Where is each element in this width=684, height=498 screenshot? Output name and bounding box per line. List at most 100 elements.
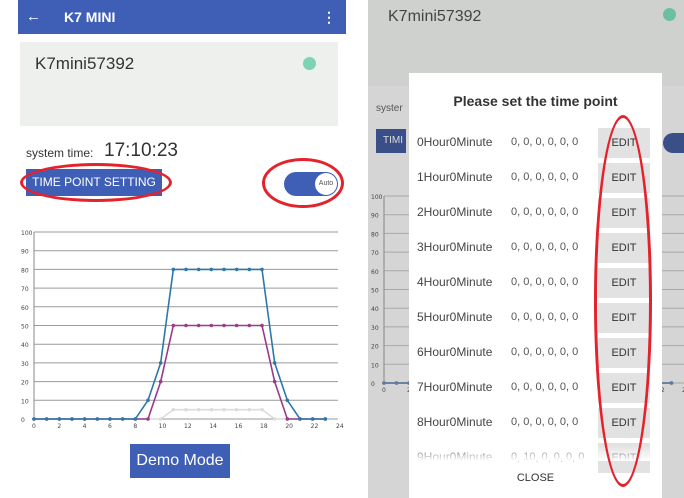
data-point xyxy=(184,267,188,272)
device-name: K7mini57392 xyxy=(35,54,135,73)
time-point-name: 0Hour0Minute xyxy=(417,135,493,149)
x-tick-label: 14 xyxy=(209,423,217,430)
y-tick-label: 40 xyxy=(371,306,379,313)
app-title: K7 MINI xyxy=(64,9,116,25)
y-tick-label: 70 xyxy=(371,250,379,257)
data-point xyxy=(323,417,328,421)
device-name-dimmed: K7mini57392 xyxy=(388,8,482,25)
time-point-name: 7Hour0Minute xyxy=(417,380,493,394)
data-point xyxy=(209,267,214,272)
data-point xyxy=(120,417,125,421)
data-point xyxy=(272,417,277,421)
y-tick-label: 100 xyxy=(371,194,383,201)
data-point xyxy=(196,407,201,412)
data-point xyxy=(247,323,252,328)
data-point xyxy=(158,417,163,421)
y-tick-label: 80 xyxy=(371,231,379,238)
time-point-button-dimmed: TIMI xyxy=(376,129,406,153)
data-point xyxy=(133,417,138,421)
x-tick-label: 0 xyxy=(32,423,36,430)
brightness-chart: 0 10 20 30 40 50 60 70 80 90 100 0 2 4 6 8 10 12 14 16 18 20 2… xyxy=(18,226,346,436)
data-point xyxy=(95,417,100,421)
data-point xyxy=(196,323,201,328)
series-line xyxy=(34,408,326,420)
data-point xyxy=(44,417,49,421)
x-tick-label: 24 xyxy=(336,423,344,430)
data-point xyxy=(70,417,74,421)
y-tick-label: 60 xyxy=(371,269,379,276)
data-point xyxy=(285,417,290,421)
data-point xyxy=(184,323,188,328)
dialog-title: Please set the time point xyxy=(453,93,618,109)
left-phone-screen: ← K7 MINI ⋮ K7mini57392 system time: 17:… xyxy=(18,0,346,498)
time-point-values: 0, 0, 0, 0, 0, 0 xyxy=(511,416,579,428)
data-point xyxy=(196,267,201,272)
data-point xyxy=(184,407,188,412)
y-tick-label: 0 xyxy=(371,381,375,388)
x-tick-label: 20 xyxy=(285,423,293,430)
time-point-values: 0, 0, 0, 0, 0, 0 xyxy=(511,171,579,183)
data-point xyxy=(82,417,87,421)
highlight-ellipse-time-point-button xyxy=(20,163,172,202)
x-tick-label: 22 xyxy=(311,423,319,430)
data-point xyxy=(272,379,277,384)
overflow-menu-icon[interactable]: ⋮ xyxy=(322,9,336,26)
time-point-values: 0, 0, 0, 0, 0, 0 xyxy=(511,276,579,288)
data-point xyxy=(222,407,226,412)
time-point-values: 0, 0, 0, 0, 0, 0 xyxy=(511,136,579,148)
connection-status-icon-dimmed xyxy=(663,8,676,21)
y-tick-label: 30 xyxy=(21,361,29,368)
data-point xyxy=(32,417,36,421)
data-point xyxy=(260,267,264,272)
data-point xyxy=(171,267,176,272)
system-time-value: 17:10:23 xyxy=(104,140,178,161)
data-point xyxy=(247,407,252,412)
time-point-values: 0, 0, 0, 0, 0, 0 xyxy=(511,311,579,323)
y-tick-label: 0 xyxy=(21,417,25,424)
data-point xyxy=(272,361,277,365)
data-point xyxy=(57,417,62,421)
data-point xyxy=(234,323,239,328)
auto-toggle-dimmed xyxy=(663,133,684,153)
time-point-name: 8Hour0Minute xyxy=(417,415,493,429)
data-point xyxy=(247,267,252,272)
y-tick-label: 100 xyxy=(21,230,33,237)
x-tick-label: 0 xyxy=(382,387,386,394)
demo-mode-button[interactable]: Demo Mode xyxy=(130,444,230,478)
app-bar: ← K7 MINI ⋮ xyxy=(18,0,346,34)
data-point xyxy=(146,398,150,403)
highlight-ellipse-toggle xyxy=(262,158,344,208)
data-point xyxy=(171,407,176,412)
x-tick-label: 10 xyxy=(159,423,167,430)
y-tick-label: 20 xyxy=(21,380,29,387)
data-point xyxy=(298,417,302,421)
highlight-ellipse-edit-buttons xyxy=(594,115,652,487)
time-point-values: 0, 0, 0, 0, 0, 0 xyxy=(511,206,579,218)
time-point-name: 6Hour0Minute xyxy=(417,345,493,359)
data-point xyxy=(146,417,150,421)
system-time-label-dimmed: syster xyxy=(376,103,403,114)
data-point xyxy=(222,267,226,272)
right-phone-screen: K7mini57392 syster TIMI 0 10 20 30 40 50 60 70 8… xyxy=(368,0,684,498)
data-point xyxy=(310,417,315,421)
back-arrow-icon[interactable]: ← xyxy=(26,8,41,25)
x-tick-label: 2 xyxy=(57,423,61,430)
data-point xyxy=(394,381,399,385)
x-tick-label: 8 xyxy=(133,423,137,430)
y-tick-label: 30 xyxy=(371,325,379,332)
brightness-chart-svg: 01020304050607080901000 2 4 6 8 10 12 14 16 18 20 2… xyxy=(21,230,344,430)
data-point xyxy=(260,407,264,412)
data-point xyxy=(108,417,112,421)
y-tick-label: 60 xyxy=(21,305,29,312)
device-card[interactable]: K7mini57392 xyxy=(20,42,338,126)
data-point xyxy=(382,381,386,385)
y-tick-label: 90 xyxy=(21,249,29,256)
system-time-label: system time: xyxy=(26,146,94,160)
time-point-name: 3Hour0Minute xyxy=(417,240,493,254)
data-point xyxy=(669,381,674,385)
y-tick-label: 20 xyxy=(371,344,379,351)
data-point xyxy=(171,323,176,328)
x-tick-label: 12 xyxy=(184,423,192,430)
time-point-values: 0, 0, 0, 0, 0, 0 xyxy=(511,241,579,253)
y-tick-label: 10 xyxy=(21,398,29,405)
